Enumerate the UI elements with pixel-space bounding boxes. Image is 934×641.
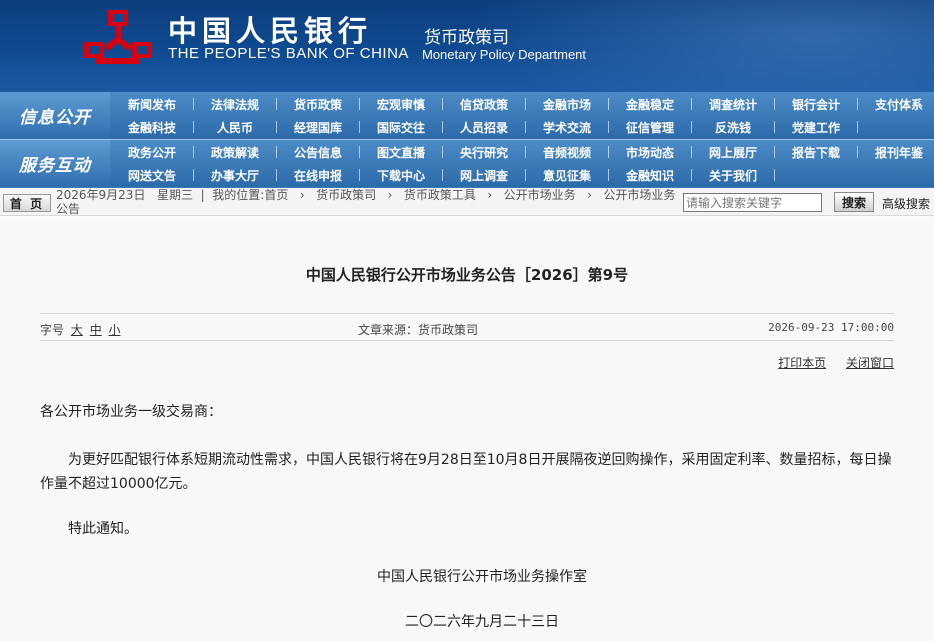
nav-items-service: 政务公开 政策解读 公告信息 图文直播 央行研究 音频视频 市场动态 网上展厅 报告下载 报刊年鉴…: [110, 140, 934, 187]
breadcrumb-item-omo[interactable]: 公开市场业务: [504, 188, 576, 202]
service-nav-item[interactable]: 政务公开: [110, 141, 194, 163]
service-nav-item[interactable]: 公告信息: [276, 141, 360, 163]
article-title: 中国人民银行公开市场业务公告［2026］第9号: [305, 266, 629, 284]
current-weekday: 星期三: [156, 188, 193, 202]
font-size-label: 字号: [40, 323, 65, 337]
print-page-link[interactable]: 打印本页: [778, 356, 826, 370]
article-sign-date: 二〇二六年九月二十三日: [405, 614, 559, 630]
service-nav-item[interactable]: 图文直播: [359, 141, 443, 163]
font-size-controls: 字号 大 中 小: [40, 321, 121, 338]
nav-section-label-service: 服务互动: [0, 140, 110, 187]
service-nav-item[interactable]: 网上展厅: [691, 141, 775, 163]
info-nav-item[interactable]: 征信管理: [608, 116, 692, 138]
search-button[interactable]: 搜索: [834, 192, 874, 212]
bank-name-en: THE PEOPLE'S BANK OF CHINA: [168, 45, 409, 62]
service-nav-item[interactable]: 央行研究: [442, 141, 526, 163]
service-nav-item[interactable]: 金融知识: [608, 164, 692, 186]
service-nav-item[interactable]: 意见征集: [525, 164, 609, 186]
service-nav-item[interactable]: 在线申报: [276, 164, 360, 186]
info-nav-item[interactable]: 货币政策: [276, 93, 360, 115]
article-paragraph: 为更好匹配银行体系短期流动性需求，中国人民银行将在9月28日至10月8日开展隔夜…: [40, 452, 892, 492]
service-nav-item[interactable]: 关于我们: [691, 164, 775, 186]
info-nav-item[interactable]: 调查统计: [691, 93, 775, 115]
search-input[interactable]: [683, 193, 822, 212]
service-nav-item[interactable]: 市场动态: [608, 141, 692, 163]
nav-section-service: 服务互动 政务公开 政策解读 公告信息 图文直播 央行研究 音频视频 市场动态 网上展厅 报告下…: [0, 140, 934, 187]
font-size-medium[interactable]: 中: [90, 323, 102, 337]
service-nav-item[interactable]: 网上调查: [442, 164, 526, 186]
article-closing: 特此通知。: [68, 521, 138, 537]
info-nav-item[interactable]: 宏观审慎: [359, 93, 443, 115]
info-nav-item[interactable]: 信贷政策: [442, 93, 526, 115]
info-nav-item[interactable]: 法律法规: [193, 93, 277, 115]
breadcrumb-item-tools[interactable]: 货币政策工具: [404, 188, 476, 202]
info-nav-item[interactable]: 学术交流: [525, 116, 609, 138]
service-nav-item[interactable]: 报告下载: [774, 141, 858, 163]
info-nav-item[interactable]: 人民币: [193, 116, 277, 138]
nav-section-label-info: 信息公开: [0, 92, 110, 139]
info-nav-item[interactable]: 经理国库: [276, 116, 360, 138]
service-nav-item[interactable]: 音频视频: [525, 141, 609, 163]
current-date: 2026年9月23日: [56, 188, 146, 202]
pboc-logo-icon: [84, 10, 152, 64]
advanced-search-link[interactable]: 高级搜索: [882, 195, 930, 212]
service-nav-item[interactable]: 办事大厅: [193, 164, 277, 186]
service-nav-item[interactable]: 政策解读: [193, 141, 277, 163]
breadcrumb-item-home[interactable]: 首页: [264, 188, 288, 202]
info-nav-item[interactable]: 支付体系: [857, 93, 934, 115]
service-nav-item[interactable]: 下载中心: [359, 164, 443, 186]
main-nav: 信息公开 新闻发布 法律法规 货币政策 宏观审慎 信贷政策 金融市场 金融稳定 调查统计 银行会…: [0, 92, 934, 188]
article-source: 文章来源：货币政策司: [358, 323, 479, 337]
location-label: 我的位置:: [212, 188, 265, 202]
nav-items-info: 新闻发布 法律法规 货币政策 宏观审慎 信贷政策 金融市场 金融稳定 调查统计 银行会计 支付体系…: [110, 92, 934, 139]
info-nav-item[interactable]: 新闻发布: [110, 93, 194, 115]
info-nav-item[interactable]: 银行会计: [774, 93, 858, 115]
info-nav-item[interactable]: 金融科技: [110, 116, 194, 138]
info-nav-item[interactable]: 国际交往: [359, 116, 443, 138]
info-nav-item[interactable]: 金融市场: [525, 93, 609, 115]
info-nav-item[interactable]: 金融稳定: [608, 93, 692, 115]
bank-name-cn: 中国人民银行: [168, 14, 373, 48]
font-size-small[interactable]: 小: [109, 323, 121, 337]
article-date: 2026-09-23 17:00:00: [768, 321, 894, 334]
close-window-link[interactable]: 关闭窗口: [846, 356, 894, 370]
font-size-large[interactable]: 大: [71, 323, 83, 337]
article-actions: 打印本页 关闭窗口: [762, 354, 894, 371]
home-button[interactable]: 首 页: [3, 194, 51, 212]
nav-section-info: 信息公开 新闻发布 法律法规 货币政策 宏观审慎 信贷政策 金融市场 金融稳定 调查统计 银行会…: [0, 92, 934, 139]
breadcrumb-item-dept[interactable]: 货币政策司: [316, 188, 376, 202]
info-nav-item[interactable]: 人员招录: [442, 116, 526, 138]
service-nav-item[interactable]: 报刊年鉴: [857, 141, 934, 163]
info-nav-item[interactable]: 党建工作: [774, 116, 858, 138]
service-nav-item[interactable]: 网送文告: [110, 164, 194, 186]
info-nav-item[interactable]: 反洗钱: [691, 116, 775, 138]
breadcrumb: 2026年9月23日 星期三 | 我的位置:首页 › 货币政策司 › 货币政策工…: [56, 188, 676, 216]
article-salutation: 各公开市场业务一级交易商：: [40, 404, 222, 420]
article-signature: 中国人民银行公开市场业务操作室: [377, 569, 587, 585]
site-header: 中国人民银行 THE PEOPLE'S BANK OF CHINA 货币政策司 …: [0, 0, 934, 92]
dept-name-en: Monetary Policy Department: [422, 47, 587, 62]
dept-name-cn: 货币政策司: [424, 28, 509, 48]
article-meta: 字号 大 中 小 文章来源：货币政策司 2026-09-23 17:00:00: [40, 313, 894, 341]
